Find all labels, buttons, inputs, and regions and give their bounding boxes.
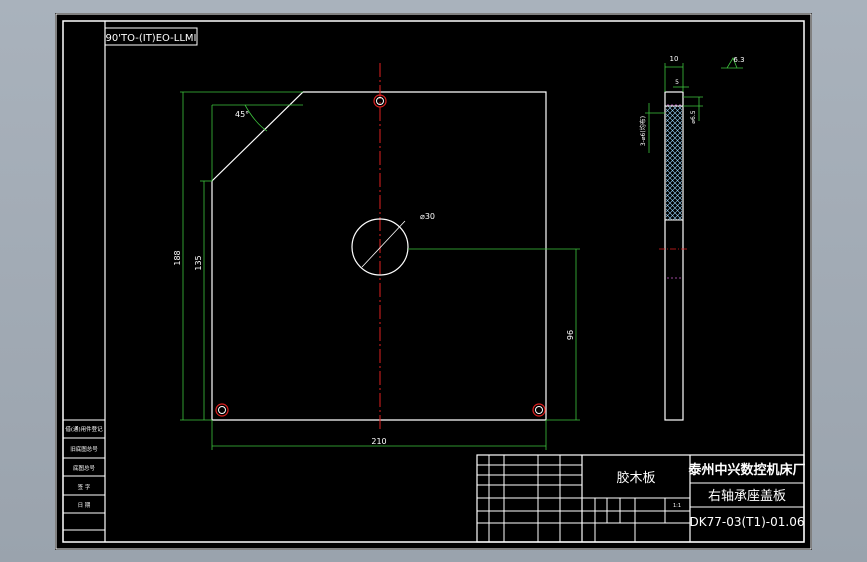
- material-label: 胶木板: [616, 470, 655, 486]
- mounting-hole-bottom-right: [532, 403, 546, 417]
- hole-diameter-label: ⌀30: [420, 212, 435, 221]
- side-dimension-lines: [645, 57, 743, 153]
- side-stamp-table: 借(通)用件登记 旧底图总号 底图总号 签 字 日 期: [62, 419, 106, 531]
- dim-height-inner: 135: [194, 255, 203, 270]
- mounting-hole-bottom-left: [215, 403, 229, 417]
- dim-side-note: 3-⌀6(均布): [639, 116, 647, 146]
- dim-chamfer-angle: 45°: [235, 110, 249, 119]
- stamp-row-label: 日 期: [78, 502, 91, 509]
- stamp-row-label: 旧底图总号: [70, 445, 98, 453]
- dim-side-small: 5: [675, 79, 679, 86]
- plate-outline: [211, 91, 547, 421]
- company-name: 泰州中兴数控机床厂: [687, 462, 805, 478]
- drawing-sheet: 90'TO-(IT)EO-LLMI 借(通)用件登记 旧底图总号 底图总号 签 …: [55, 13, 812, 550]
- stamp-row-label: 签 字: [78, 483, 91, 491]
- roughness-symbol: 6.3: [733, 56, 744, 64]
- drawing-number: DK77-03(T1)-01.06: [690, 515, 805, 529]
- diameter-leader: [361, 220, 406, 268]
- svg-text:90'TO-(IT)EO-LLMI: 90'TO-(IT)EO-LLMI: [106, 33, 197, 44]
- scale-value: 1:1: [673, 503, 681, 509]
- drawing-code-box: 90'TO-(IT)EO-LLMI: [104, 27, 198, 46]
- stamp-row-label: 借(通)用件登记: [65, 425, 103, 433]
- dim-side-thickness: 10: [670, 55, 679, 63]
- part-name: 右轴承座盖板: [708, 489, 786, 504]
- dim-side-hole: ⌀6.5: [690, 110, 697, 123]
- cad-viewport[interactable]: 90'TO-(IT)EO-LLMI 借(通)用件登记 旧底图总号 底图总号 签 …: [55, 13, 812, 550]
- dim-width-bottom: 210: [371, 437, 386, 446]
- dim-height-right: 96: [566, 330, 575, 340]
- side-view: [659, 91, 689, 421]
- dim-height-left: 188: [173, 250, 182, 265]
- stamp-row-label: 底图总号: [73, 464, 96, 472]
